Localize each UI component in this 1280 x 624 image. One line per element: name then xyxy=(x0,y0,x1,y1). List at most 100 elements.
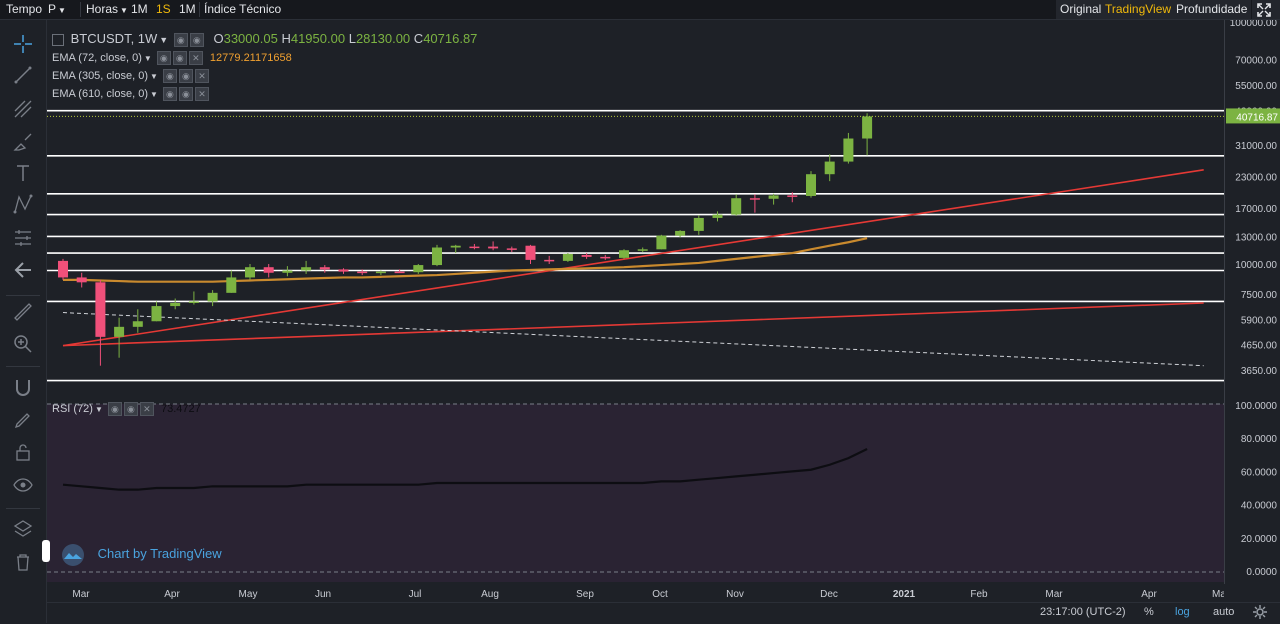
fullscreen-button[interactable] xyxy=(1252,0,1280,19)
ema72-value: 12779.21171658 xyxy=(209,51,292,64)
trash-icon[interactable] xyxy=(11,550,35,574)
price-axis-label: 10000.00 xyxy=(1235,260,1277,271)
close-value: 40716.87 xyxy=(423,31,478,46)
ruler-icon[interactable] xyxy=(11,300,35,324)
price-axis-label: 4650.00 xyxy=(1241,340,1278,351)
rsi-label[interactable]: RSI (72) xyxy=(52,403,93,415)
price-axis-label: 31000.00 xyxy=(1235,141,1277,152)
time-axis-label: Jun xyxy=(315,589,331,600)
close-icon[interactable]: ✕ xyxy=(194,87,209,101)
interval-1s-button[interactable]: 1S xyxy=(152,0,175,19)
price-axis-label: 13000.00 xyxy=(1235,232,1277,243)
settings-icon[interactable]: ◉ xyxy=(162,69,177,83)
settings-gear-icon[interactable] xyxy=(1253,605,1267,619)
tempo-label: Tempo xyxy=(6,2,43,16)
price-chart[interactable] xyxy=(47,20,1224,584)
settings-icon[interactable]: ◉ xyxy=(162,87,177,101)
close-icon[interactable]: ✕ xyxy=(139,402,154,416)
eye-icon[interactable] xyxy=(11,473,35,497)
time-axis[interactable]: Mar Apr May Jun Jul Aug Sep Oct Nov Dec 2021 Feb Mar… xyxy=(47,584,1224,602)
chevron-down-icon: ▼ xyxy=(150,71,158,81)
ema305-label[interactable]: EMA (305, close, 0) xyxy=(52,70,148,82)
candle-body xyxy=(132,321,143,327)
tradingview-badge[interactable]: Chart by TradingView xyxy=(58,542,222,566)
candle-body xyxy=(712,214,723,218)
view-depth-button[interactable]: Profundidade xyxy=(1172,0,1252,19)
candle-body xyxy=(188,301,199,303)
price-axis-label: 7500.00 xyxy=(1241,290,1278,301)
settings-icon[interactable]: ◉ xyxy=(107,402,122,416)
candle-body xyxy=(562,253,573,261)
fullscreen-icon xyxy=(1257,3,1271,17)
candle-body xyxy=(768,195,779,199)
hide-icon[interactable]: ◉ xyxy=(178,69,193,83)
period-dropdown[interactable]: P ▼ xyxy=(44,0,70,19)
hours-dropdown[interactable]: Horas ▼ xyxy=(82,0,132,19)
trend-line-icon[interactable] xyxy=(11,63,35,87)
percent-scale-toggle[interactable]: % xyxy=(1144,606,1154,618)
candle-body xyxy=(675,230,686,236)
log-scale-toggle[interactable]: log xyxy=(1175,606,1190,618)
candle-body xyxy=(469,246,480,249)
candle-body xyxy=(450,245,461,248)
panel-resize-handle[interactable] xyxy=(42,540,50,562)
chevron-down-icon: ▼ xyxy=(159,35,169,45)
layers-icon[interactable] xyxy=(11,517,35,541)
candle-body xyxy=(338,269,349,272)
close-icon[interactable]: ✕ xyxy=(194,69,209,83)
hide-icon[interactable]: ◉ xyxy=(189,32,204,47)
price-axis-label: 100000.00 xyxy=(1230,20,1278,29)
symbol-label[interactable]: BTCUSDT, 1W xyxy=(71,31,158,46)
hide-icon[interactable]: ◉ xyxy=(178,87,193,101)
rsi-axis-label: 40.0000 xyxy=(1241,501,1278,512)
prediction-icon[interactable] xyxy=(11,226,35,250)
pattern-icon[interactable] xyxy=(11,192,35,216)
candle-body xyxy=(862,116,873,139)
candle-body xyxy=(263,267,274,273)
rsi-axis-label: 20.0000 xyxy=(1241,534,1278,545)
rsi-axis-label: 60.0000 xyxy=(1241,467,1278,478)
arrow-left-icon[interactable] xyxy=(11,258,35,282)
sidebar-divider xyxy=(6,366,40,367)
view-original-button[interactable]: Original xyxy=(1056,0,1106,19)
ema610-label[interactable]: EMA (610, close, 0) xyxy=(52,88,148,100)
zoom-in-icon[interactable] xyxy=(11,332,35,356)
close-icon[interactable]: ✕ xyxy=(188,51,203,65)
close-label: C xyxy=(413,31,424,46)
candle-body xyxy=(432,247,442,266)
view-tradingview-button[interactable]: TradingView xyxy=(1101,0,1176,19)
open-value: 33000.05 xyxy=(223,31,278,46)
text-tool-icon[interactable] xyxy=(11,161,35,185)
interval-1m-month-button[interactable]: 1M xyxy=(175,0,200,19)
high-label: H xyxy=(281,31,291,46)
collapse-legend-icon[interactable] xyxy=(52,33,64,46)
magnet-icon[interactable] xyxy=(11,376,35,400)
crosshair-icon[interactable] xyxy=(11,32,35,56)
settings-icon[interactable]: ◉ xyxy=(173,32,188,47)
ema72-label[interactable]: EMA (72, close, 0) xyxy=(52,52,142,64)
pencil-lock-icon[interactable] xyxy=(11,408,35,432)
candle-body xyxy=(375,271,386,274)
time-axis-label: 2021 xyxy=(893,589,916,600)
lock-icon[interactable] xyxy=(11,440,35,464)
symbol-legend: BTCUSDT, 1W ▼ ◉ ◉ O33000.05 H41950.00 L281… xyxy=(52,31,477,47)
candle-body xyxy=(637,249,648,251)
candle-body xyxy=(58,260,68,278)
auto-scale-toggle[interactable]: auto xyxy=(1213,606,1234,618)
hide-icon[interactable]: ◉ xyxy=(172,51,187,65)
sidebar-divider xyxy=(6,295,40,296)
candle-body xyxy=(488,246,499,249)
rsi-legend: RSI (72) ▼ ◉ ◉ ✕ 73.4727 xyxy=(52,402,201,416)
hide-icon[interactable]: ◉ xyxy=(123,402,138,416)
ema72-legend: EMA (72, close, 0) ▼ ◉ ◉ ✕ 12779.21171658 xyxy=(52,51,292,65)
brush-icon[interactable] xyxy=(11,130,35,154)
technical-index-button[interactable]: Índice Técnico xyxy=(200,0,285,19)
candle-body xyxy=(95,282,106,337)
settings-icon[interactable]: ◉ xyxy=(156,51,171,65)
rsi-value: 73.4727 xyxy=(161,402,201,415)
interval-1m-button[interactable]: 1M xyxy=(127,0,152,19)
candle-body xyxy=(114,326,125,337)
price-axis[interactable]: 100000.0070000.0055000.0043000.0031000.0… xyxy=(1224,20,1280,584)
pitchfork-icon[interactable] xyxy=(11,97,35,121)
candle-body xyxy=(749,198,760,200)
